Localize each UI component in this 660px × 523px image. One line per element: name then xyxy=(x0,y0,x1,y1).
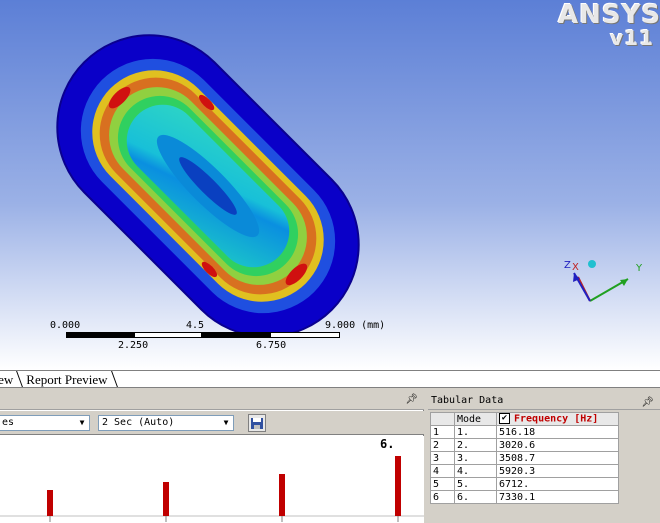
mode-cell: 4. xyxy=(454,464,497,478)
checkbox-checked-icon[interactable]: ✔ xyxy=(499,413,510,425)
mode-cell: 2. xyxy=(454,438,497,452)
table-row[interactable]: 6 6. 7330.1 xyxy=(430,490,619,504)
mode-cell: 6. xyxy=(454,490,497,504)
tabular-data-table[interactable]: Mode ✔ Frequency [Hz] 1 1. 516.18 2 2. 3020.6 3… xyxy=(430,412,619,504)
row-index-cell: 6 xyxy=(430,490,455,504)
scale-label-0: 0.000 xyxy=(50,320,81,331)
table-row[interactable]: 5 5. 6712. xyxy=(430,477,619,491)
logo-text: ANSYS xyxy=(558,0,660,30)
animation-time-value: 2 Sec (Auto) xyxy=(102,417,175,428)
scale-label-mid: 4.5 xyxy=(186,320,205,331)
row-index-cell: 5 xyxy=(430,477,455,491)
view-tab-strip: viewReport Preview xyxy=(0,370,660,388)
frequency-column-header[interactable]: ✔ Frequency [Hz] xyxy=(496,412,619,426)
frequency-header-label: Frequency [Hz] xyxy=(514,413,599,425)
scale-label-quarter: 2.250 xyxy=(118,340,149,351)
tabular-data-title: Tabular Data xyxy=(431,395,504,406)
chevron-down-icon[interactable]: ▼ xyxy=(75,416,89,430)
row-index-header xyxy=(430,412,455,426)
frequency-bar-chart xyxy=(0,456,424,522)
graph-panel-header: 📌︎ xyxy=(0,392,424,410)
mode-cell: 1. xyxy=(454,425,497,439)
mode-column-header[interactable]: Mode xyxy=(454,412,497,426)
frequency-cell: 7330.1 xyxy=(496,490,619,504)
table-row[interactable]: 3 3. 3508.7 xyxy=(430,451,619,465)
pin-icon[interactable]: 📌︎ xyxy=(405,394,418,405)
animation-mode-value: es xyxy=(2,417,15,428)
table-row[interactable]: 4 4. 5920.3 xyxy=(430,464,619,478)
frequency-cell: 6712. xyxy=(496,477,619,491)
scale-segment-1 xyxy=(66,332,134,338)
frequency-cell: 3508.7 xyxy=(496,451,619,465)
save-icon xyxy=(251,418,263,429)
frequency-cell: 5920.3 xyxy=(496,464,619,478)
scale-segment-3 xyxy=(202,332,270,338)
triad-y-label: Y xyxy=(636,263,643,274)
table-header-row: Mode ✔ Frequency [Hz] xyxy=(430,412,619,426)
scale-segment-4 xyxy=(270,332,340,338)
triad-x-label: X xyxy=(572,262,579,273)
scale-label-three-quarter: 6.750 xyxy=(256,340,287,351)
mode-cell: 3. xyxy=(454,451,497,465)
coordinate-triad[interactable]: Y X Z xyxy=(556,255,646,315)
logo-version: v11 xyxy=(610,26,654,50)
table-row[interactable]: 2 2. 3020.6 xyxy=(430,438,619,452)
frequency-bar[interactable] xyxy=(395,456,401,516)
row-index-cell: 4 xyxy=(430,464,455,478)
row-index-cell: 2 xyxy=(430,438,455,452)
scale-segment-2 xyxy=(134,332,202,338)
chevron-down-icon[interactable]: ▼ xyxy=(219,416,233,430)
export-animation-button[interactable] xyxy=(248,414,266,432)
triad-z-label: Z xyxy=(564,260,571,271)
graph-toolbar: es ▼ 2 Sec (Auto) ▼ xyxy=(0,411,424,435)
row-index-cell: 3 xyxy=(430,451,455,465)
graphics-viewport[interactable]: ANSYS v11 0.000 4.5 9.000 (mm) 2.250 6.7… xyxy=(0,0,660,370)
frequency-cell: 3020.6 xyxy=(496,438,619,452)
pin-icon[interactable]: 📌︎ xyxy=(641,394,654,412)
animation-time-dropdown[interactable]: 2 Sec (Auto) ▼ xyxy=(98,415,234,431)
animation-mode-dropdown[interactable]: es ▼ xyxy=(0,415,90,431)
frequency-bar[interactable] xyxy=(279,474,285,516)
mode-cell: 5. xyxy=(454,477,497,491)
tabular-data-panel: Tabular Data 📌︎ Mode ✔ Frequency [Hz] 1 1.… xyxy=(428,392,660,523)
row-index-cell: 1 xyxy=(430,425,455,439)
graph-mode-label: 6. xyxy=(380,437,395,451)
frequency-cell: 516.18 xyxy=(496,425,619,439)
frequency-graph[interactable]: 6. xyxy=(0,436,424,523)
ansys-logo: ANSYS v11 xyxy=(558,0,660,50)
tabular-data-header: Tabular Data 📌︎ xyxy=(428,392,660,410)
scale-bar: 0.000 4.5 9.000 (mm) 2.250 6.750 xyxy=(40,318,390,358)
frequency-bar[interactable] xyxy=(163,482,169,516)
frequency-bar[interactable] xyxy=(47,490,53,516)
graph-panel: 📌︎ es ▼ 2 Sec (Auto) ▼ 6. xyxy=(0,392,424,523)
table-row[interactable]: 1 1. 516.18 xyxy=(430,425,619,439)
tab-report-preview[interactable]: Report Preview xyxy=(20,371,113,388)
scale-label-max: 9.000 (mm) xyxy=(325,320,386,331)
